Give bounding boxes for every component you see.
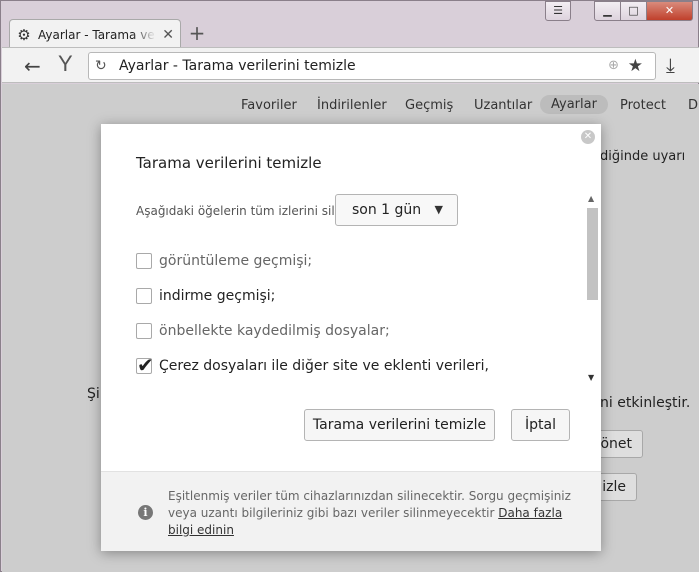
title-bar: ⚙ Ayarlar - Tarama verilerini temizle ✕ … <box>1 1 699 49</box>
address-text[interactable]: Ayarlar - Tarama verilerini temizle <box>119 58 356 74</box>
options-list: görüntüleme geçmişi; indirme geçmişi; ön… <box>101 236 583 382</box>
period-value: son 1 gün <box>352 202 422 218</box>
window-close-icon: ✕ <box>664 4 675 17</box>
clear-data-button[interactable]: Tarama verilerini temizle <box>304 409 495 441</box>
download-icon[interactable]: ⤓ <box>666 53 675 77</box>
checkbox-download-history[interactable] <box>136 288 152 304</box>
footer-note: Eşitlenmiş veriler tüm cihazlarınızdan s… <box>168 488 588 539</box>
checkmark-icon: ✔ <box>137 353 154 377</box>
dialog-footer: i Eşitlenmiş veriler tüm cihazlarınızdan… <box>101 471 601 551</box>
browser-window: ⚙ Ayarlar - Tarama verilerini temizle ✕ … <box>0 0 699 572</box>
nav-protect[interactable]: Protect <box>620 98 666 113</box>
nav-ayarlar[interactable]: Ayarlar <box>540 95 608 114</box>
period-select[interactable]: son 1 gün ▼ <box>335 194 458 226</box>
period-label: Aşağıdaki öğelerin tüm izlerini sil: <box>136 204 339 218</box>
address-bar[interactable]: ↻ Ayarlar - Tarama verilerini temizle ⊕ … <box>88 52 656 80</box>
close-icon[interactable]: ✕ <box>162 27 174 43</box>
maximize-button[interactable]: □ <box>620 1 647 21</box>
option-label: önbellekte kaydedilmiş dosyalar; <box>159 323 390 339</box>
minimize-icon: ▁ <box>603 4 612 17</box>
nav-uzantilar[interactable]: Uzantılar <box>474 98 532 113</box>
globe-icon[interactable]: ⊕ <box>608 58 619 73</box>
reload-icon[interactable]: ↻ <box>95 58 107 74</box>
option-label: görüntüleme geçmişi; <box>159 253 313 269</box>
nav-overflow[interactable]: D <box>688 98 698 113</box>
dialog-close-icon[interactable]: ✕ <box>581 130 595 144</box>
bg-sync-text: Şi <box>87 386 100 402</box>
plus-icon: + <box>188 21 206 45</box>
nav-favoriler[interactable]: Favoriler <box>241 98 297 113</box>
option-cookies[interactable]: ✔ Çerez dosyaları ile diğer site ve ekle… <box>136 353 489 377</box>
option-download-history[interactable]: indirme geçmişi; <box>136 286 275 306</box>
minimize-button[interactable]: ▁ <box>594 1 621 21</box>
options-scrollbar[interactable]: ▲ ▼ <box>585 192 599 382</box>
nav-indirilenler[interactable]: İndirilenler <box>317 98 387 113</box>
menu-button[interactable]: ☰ <box>545 1 571 21</box>
settings-nav: Favoriler İndirilenler Geçmiş Uzantılar … <box>2 94 699 118</box>
checkbox-browsing-history[interactable] <box>136 253 152 269</box>
scroll-thumb[interactable] <box>587 208 598 300</box>
dialog-title: Tarama verilerini temizle <box>136 154 322 172</box>
gear-icon: ⚙ <box>17 25 31 44</box>
scroll-up-icon[interactable]: ▲ <box>588 194 594 203</box>
star-icon[interactable]: ★ <box>628 56 643 76</box>
browser-toolbar: ← Y ↻ Ayarlar - Tarama verilerini temizl… <box>2 47 699 83</box>
maximize-icon: □ <box>628 4 639 17</box>
option-label: indirme geçmişi; <box>159 288 276 304</box>
bg-warning-text: diğinde uyarı <box>600 149 686 164</box>
yandex-logo-icon[interactable]: Y <box>58 51 73 77</box>
checkbox-cached-files[interactable] <box>136 323 152 339</box>
nav-gecmis[interactable]: Geçmiş <box>405 98 453 113</box>
option-label: Çerez dosyaları ile diğer site ve eklent… <box>159 358 489 374</box>
tab-title: Ayarlar - Tarama verilerini temizle <box>38 27 156 42</box>
bg-enable-text: ni etkinleştir. <box>600 395 691 411</box>
new-tab-button[interactable]: + <box>187 23 207 43</box>
checkbox-cookies[interactable]: ✔ <box>136 353 154 377</box>
tab-settings[interactable]: ⚙ Ayarlar - Tarama verilerini temizle ✕ <box>9 19 181 49</box>
scroll-down-icon[interactable]: ▼ <box>588 373 594 382</box>
option-browsing-history[interactable]: görüntüleme geçmişi; <box>136 251 312 271</box>
option-cached-files[interactable]: önbellekte kaydedilmiş dosyalar; <box>136 321 390 341</box>
chevron-down-icon: ▼ <box>434 203 443 216</box>
back-icon[interactable]: ← <box>24 54 41 78</box>
window-close-button[interactable]: ✕ <box>646 1 693 21</box>
clear-data-dialog: ✕ Tarama verilerini temizle Aşağıdaki öğ… <box>101 124 601 551</box>
menu-icon: ☰ <box>553 4 563 17</box>
cancel-button[interactable]: İptal <box>511 409 570 441</box>
info-icon: i <box>138 505 153 520</box>
